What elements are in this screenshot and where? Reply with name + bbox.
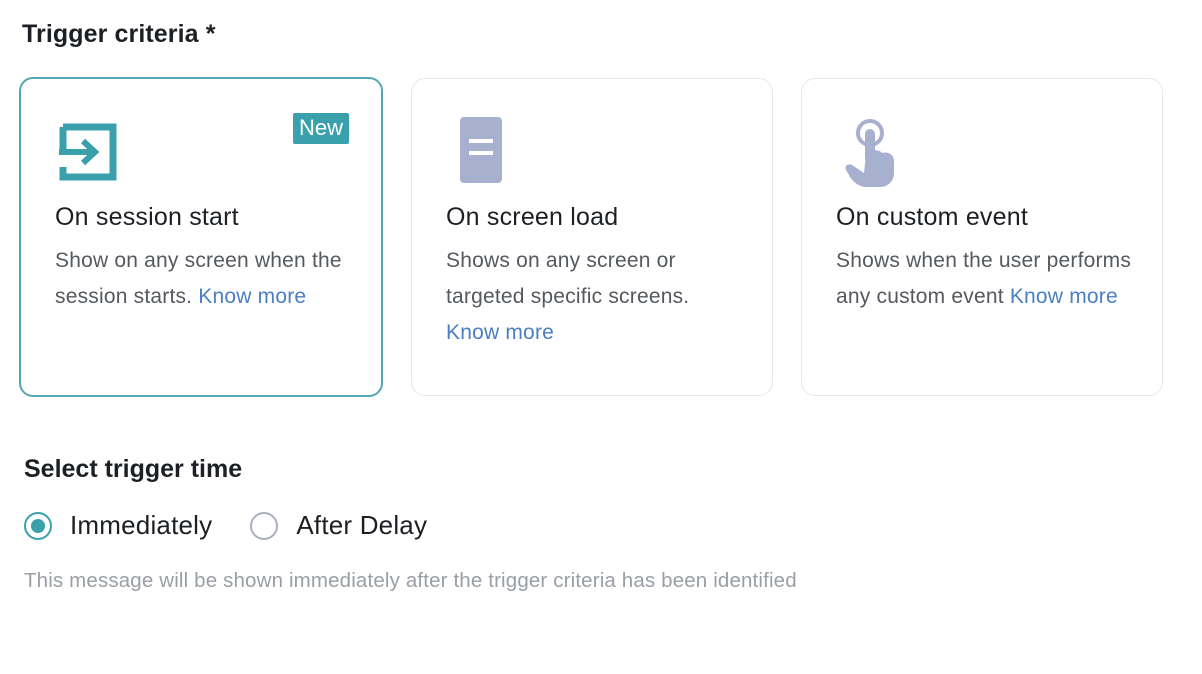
trigger-time-radio-group: Immediately After Delay bbox=[24, 510, 465, 541]
radio-button-unchecked[interactable] bbox=[250, 511, 279, 540]
radio-label: Immediately bbox=[70, 510, 213, 540]
new-badge: New bbox=[292, 113, 349, 144]
card-description: Shows when the user performs any custom … bbox=[836, 243, 1136, 315]
card-description: Show on any screen when the session star… bbox=[55, 243, 355, 315]
know-more-link[interactable]: Know more bbox=[446, 321, 554, 344]
trigger-criteria-cards: New On session start Show on any screen … bbox=[19, 77, 1163, 397]
radio-label: After Delay bbox=[296, 510, 428, 540]
know-more-link[interactable]: Know more bbox=[198, 285, 306, 308]
card-on-screen-load[interactable]: On screen load Shows on any screen or ta… bbox=[411, 78, 773, 396]
radio-option-after-delay[interactable]: After Delay bbox=[250, 510, 427, 541]
card-title: On custom event bbox=[836, 203, 1028, 231]
card-description: Shows on any screen or targeted specific… bbox=[446, 243, 746, 351]
login-arrow-icon bbox=[55, 115, 119, 187]
card-on-session-start[interactable]: New On session start Show on any screen … bbox=[19, 77, 383, 397]
trigger-time-helper-text: This message will be shown immediately a… bbox=[24, 569, 797, 592]
know-more-link[interactable]: Know more bbox=[1010, 285, 1118, 308]
card-on-custom-event[interactable]: On custom event Shows when the user perf… bbox=[801, 78, 1163, 396]
card-title: On screen load bbox=[446, 203, 619, 231]
document-icon bbox=[446, 115, 510, 187]
radio-button-checked[interactable] bbox=[24, 511, 52, 540]
radio-option-immediately[interactable]: Immediately bbox=[24, 510, 212, 541]
card-description-text: Shows on any screen or targeted specific… bbox=[446, 249, 690, 308]
trigger-criteria-title: Trigger criteria * bbox=[22, 20, 216, 48]
card-title: On session start bbox=[55, 203, 239, 231]
tap-hand-icon bbox=[836, 115, 900, 187]
trigger-time-title: Select trigger time bbox=[24, 455, 243, 483]
